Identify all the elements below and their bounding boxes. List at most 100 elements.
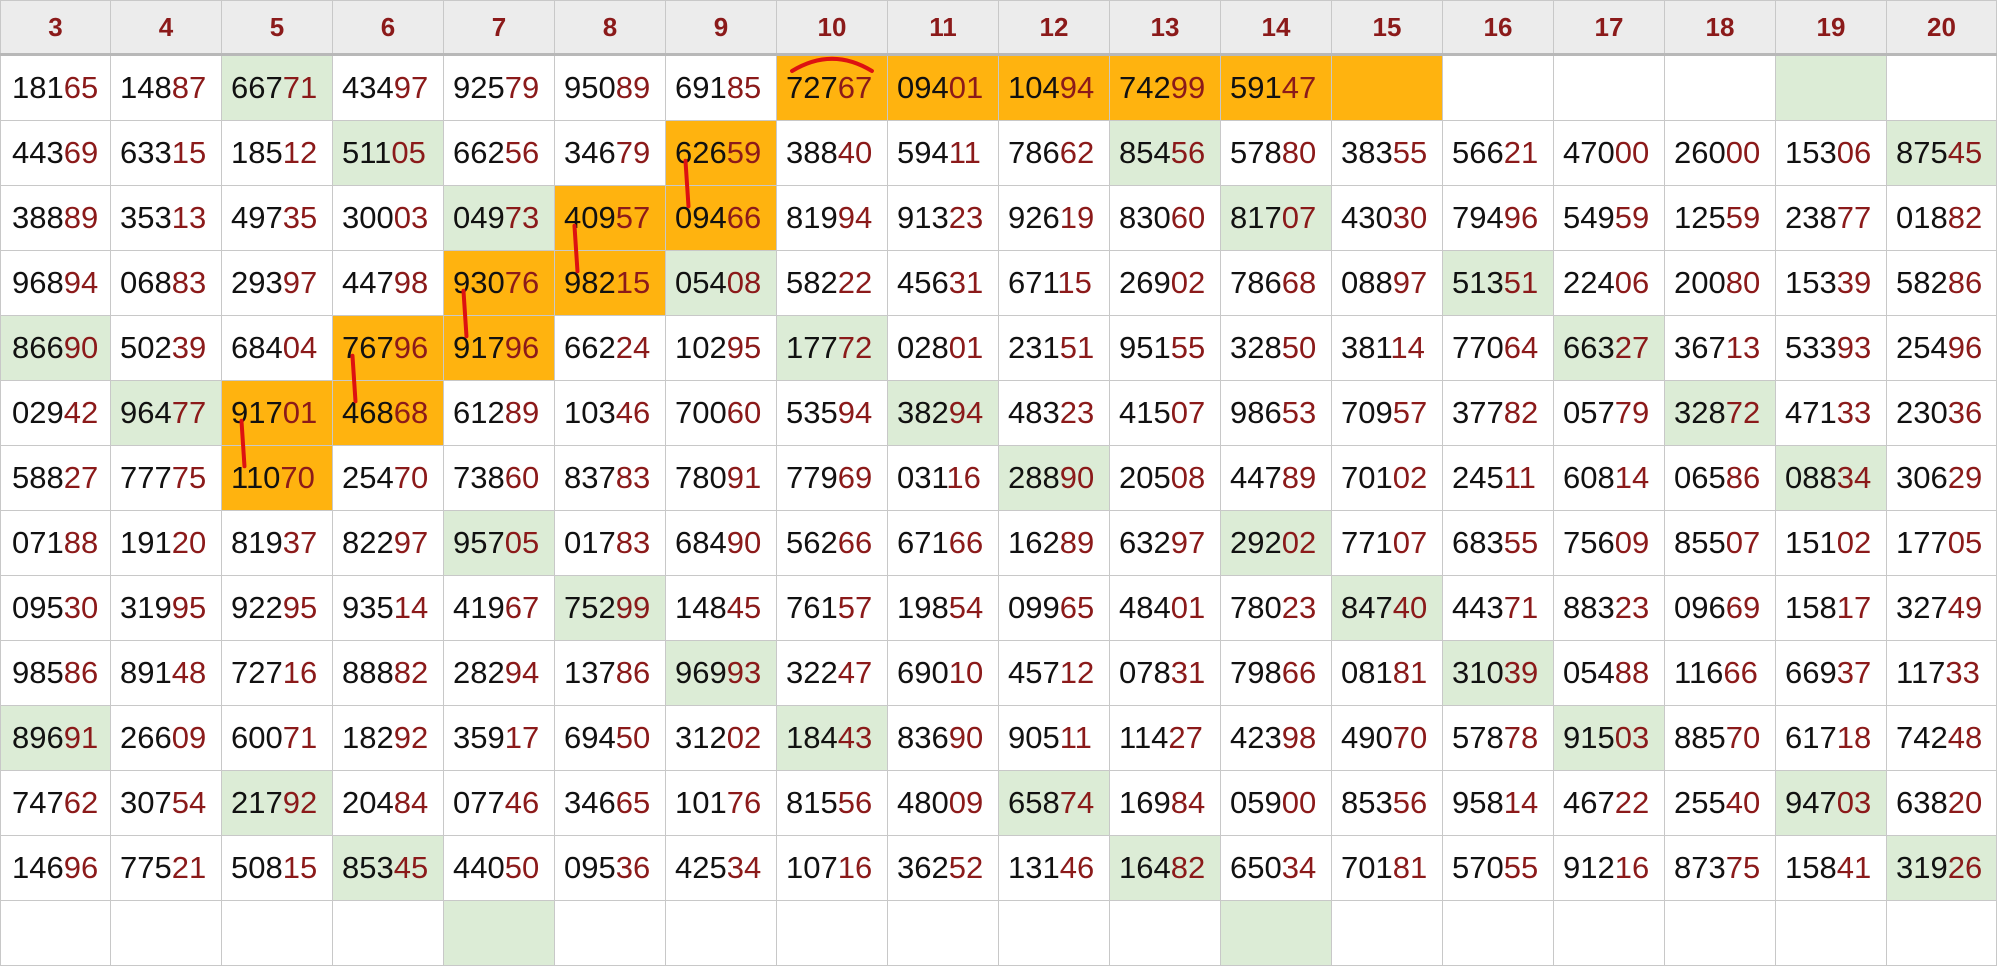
number-cell[interactable]: 43497: [332, 54, 444, 121]
number-cell[interactable]: 61289: [443, 380, 555, 446]
column-header-12[interactable]: 12: [998, 0, 1110, 56]
number-cell[interactable]: 31202: [665, 705, 777, 771]
number-cell[interactable]: 96993: [665, 640, 777, 706]
number-cell[interactable]: 59147: [1220, 54, 1332, 121]
number-cell[interactable]: [776, 900, 888, 966]
number-cell[interactable]: 77107: [1331, 510, 1443, 576]
number-cell[interactable]: [1775, 900, 1887, 966]
number-cell[interactable]: 35917: [443, 705, 555, 771]
number-cell[interactable]: 16984: [1109, 770, 1221, 836]
number-cell[interactable]: 51105: [332, 120, 444, 186]
number-cell[interactable]: 13786: [554, 640, 666, 706]
number-cell[interactable]: 91216: [1553, 835, 1665, 901]
number-cell[interactable]: [554, 900, 666, 966]
number-cell[interactable]: 09466: [665, 185, 777, 251]
number-cell[interactable]: 61718: [1775, 705, 1887, 771]
number-cell[interactable]: 50239: [110, 315, 222, 381]
number-cell[interactable]: 20484: [332, 770, 444, 836]
number-cell[interactable]: 88882: [332, 640, 444, 706]
number-cell[interactable]: 31995: [110, 575, 222, 641]
number-cell[interactable]: 63820: [1886, 770, 1997, 836]
number-cell[interactable]: 93514: [332, 575, 444, 641]
number-cell[interactable]: 57055: [1442, 835, 1554, 901]
number-cell[interactable]: 14845: [665, 575, 777, 641]
number-cell[interactable]: 11070: [221, 445, 333, 511]
number-cell[interactable]: 25470: [332, 445, 444, 511]
number-cell[interactable]: [1553, 54, 1665, 121]
number-cell[interactable]: 09536: [554, 835, 666, 901]
number-cell[interactable]: 47000: [1553, 120, 1665, 186]
column-header-14[interactable]: 14: [1220, 0, 1332, 56]
number-cell[interactable]: 02801: [887, 315, 999, 381]
number-cell[interactable]: 85356: [1331, 770, 1443, 836]
number-cell[interactable]: 81937: [221, 510, 333, 576]
number-cell[interactable]: 02942: [0, 380, 111, 446]
number-cell[interactable]: 74299: [1109, 54, 1221, 121]
number-cell[interactable]: 62659: [665, 120, 777, 186]
number-cell[interactable]: 72716: [221, 640, 333, 706]
column-header-8[interactable]: 8: [554, 0, 666, 56]
number-cell[interactable]: [110, 900, 222, 966]
number-cell[interactable]: 18165: [0, 54, 111, 121]
number-cell[interactable]: 92295: [221, 575, 333, 641]
number-cell[interactable]: 25496: [1886, 315, 1997, 381]
number-cell[interactable]: [665, 900, 777, 966]
number-cell[interactable]: 16289: [998, 510, 1110, 576]
number-cell[interactable]: 41507: [1109, 380, 1221, 446]
number-cell[interactable]: 50815: [221, 835, 333, 901]
number-cell[interactable]: 01882: [1886, 185, 1997, 251]
number-cell[interactable]: 56266: [776, 510, 888, 576]
number-cell[interactable]: 07831: [1109, 640, 1221, 706]
number-cell[interactable]: 84740: [1331, 575, 1443, 641]
number-cell[interactable]: 29397: [221, 250, 333, 316]
number-cell[interactable]: 44789: [1220, 445, 1332, 511]
number-cell[interactable]: [443, 900, 555, 966]
number-cell[interactable]: 93076: [443, 250, 555, 316]
number-cell[interactable]: 72767: [776, 54, 888, 121]
number-cell[interactable]: 65874: [998, 770, 1110, 836]
number-cell[interactable]: [221, 900, 333, 966]
number-cell[interactable]: 75609: [1553, 510, 1665, 576]
number-cell[interactable]: 76796: [332, 315, 444, 381]
number-cell[interactable]: 11733: [1886, 640, 1997, 706]
number-cell[interactable]: 09530: [0, 575, 111, 641]
number-cell[interactable]: 44050: [443, 835, 555, 901]
number-cell[interactable]: 76157: [776, 575, 888, 641]
number-cell[interactable]: 70102: [1331, 445, 1443, 511]
number-cell[interactable]: 65034: [1220, 835, 1332, 901]
column-header-4[interactable]: 4: [110, 0, 222, 56]
number-cell[interactable]: [998, 900, 1110, 966]
number-cell[interactable]: 77064: [1442, 315, 1554, 381]
number-cell[interactable]: [1886, 54, 1997, 121]
number-cell[interactable]: 54959: [1553, 185, 1665, 251]
number-cell[interactable]: 66771: [221, 54, 333, 121]
number-cell[interactable]: 63297: [1109, 510, 1221, 576]
number-cell[interactable]: 09401: [887, 54, 999, 121]
column-header-9[interactable]: 9: [665, 0, 777, 56]
column-header-17[interactable]: 17: [1553, 0, 1665, 56]
number-cell[interactable]: 78091: [665, 445, 777, 511]
number-cell[interactable]: 32749: [1886, 575, 1997, 641]
number-cell[interactable]: 28890: [998, 445, 1110, 511]
number-cell[interactable]: 68490: [665, 510, 777, 576]
number-cell[interactable]: [1553, 900, 1665, 966]
number-cell[interactable]: 91796: [443, 315, 555, 381]
number-cell[interactable]: [332, 900, 444, 966]
number-cell[interactable]: 48323: [998, 380, 1110, 446]
number-cell[interactable]: 19854: [887, 575, 999, 641]
number-cell[interactable]: 38840: [776, 120, 888, 186]
number-cell[interactable]: 70060: [665, 380, 777, 446]
number-cell[interactable]: 91323: [887, 185, 999, 251]
number-cell[interactable]: 09669: [1664, 575, 1776, 641]
number-cell[interactable]: 42534: [665, 835, 777, 901]
number-cell[interactable]: 83783: [554, 445, 666, 511]
number-cell[interactable]: [1331, 900, 1443, 966]
number-cell[interactable]: 53393: [1775, 315, 1887, 381]
number-cell[interactable]: 69010: [887, 640, 999, 706]
number-cell[interactable]: 20080: [1664, 250, 1776, 316]
number-cell[interactable]: 04973: [443, 185, 555, 251]
number-cell[interactable]: 21792: [221, 770, 333, 836]
number-cell[interactable]: 98586: [0, 640, 111, 706]
column-header-15[interactable]: 15: [1331, 0, 1443, 56]
number-cell[interactable]: 57878: [1442, 705, 1554, 771]
